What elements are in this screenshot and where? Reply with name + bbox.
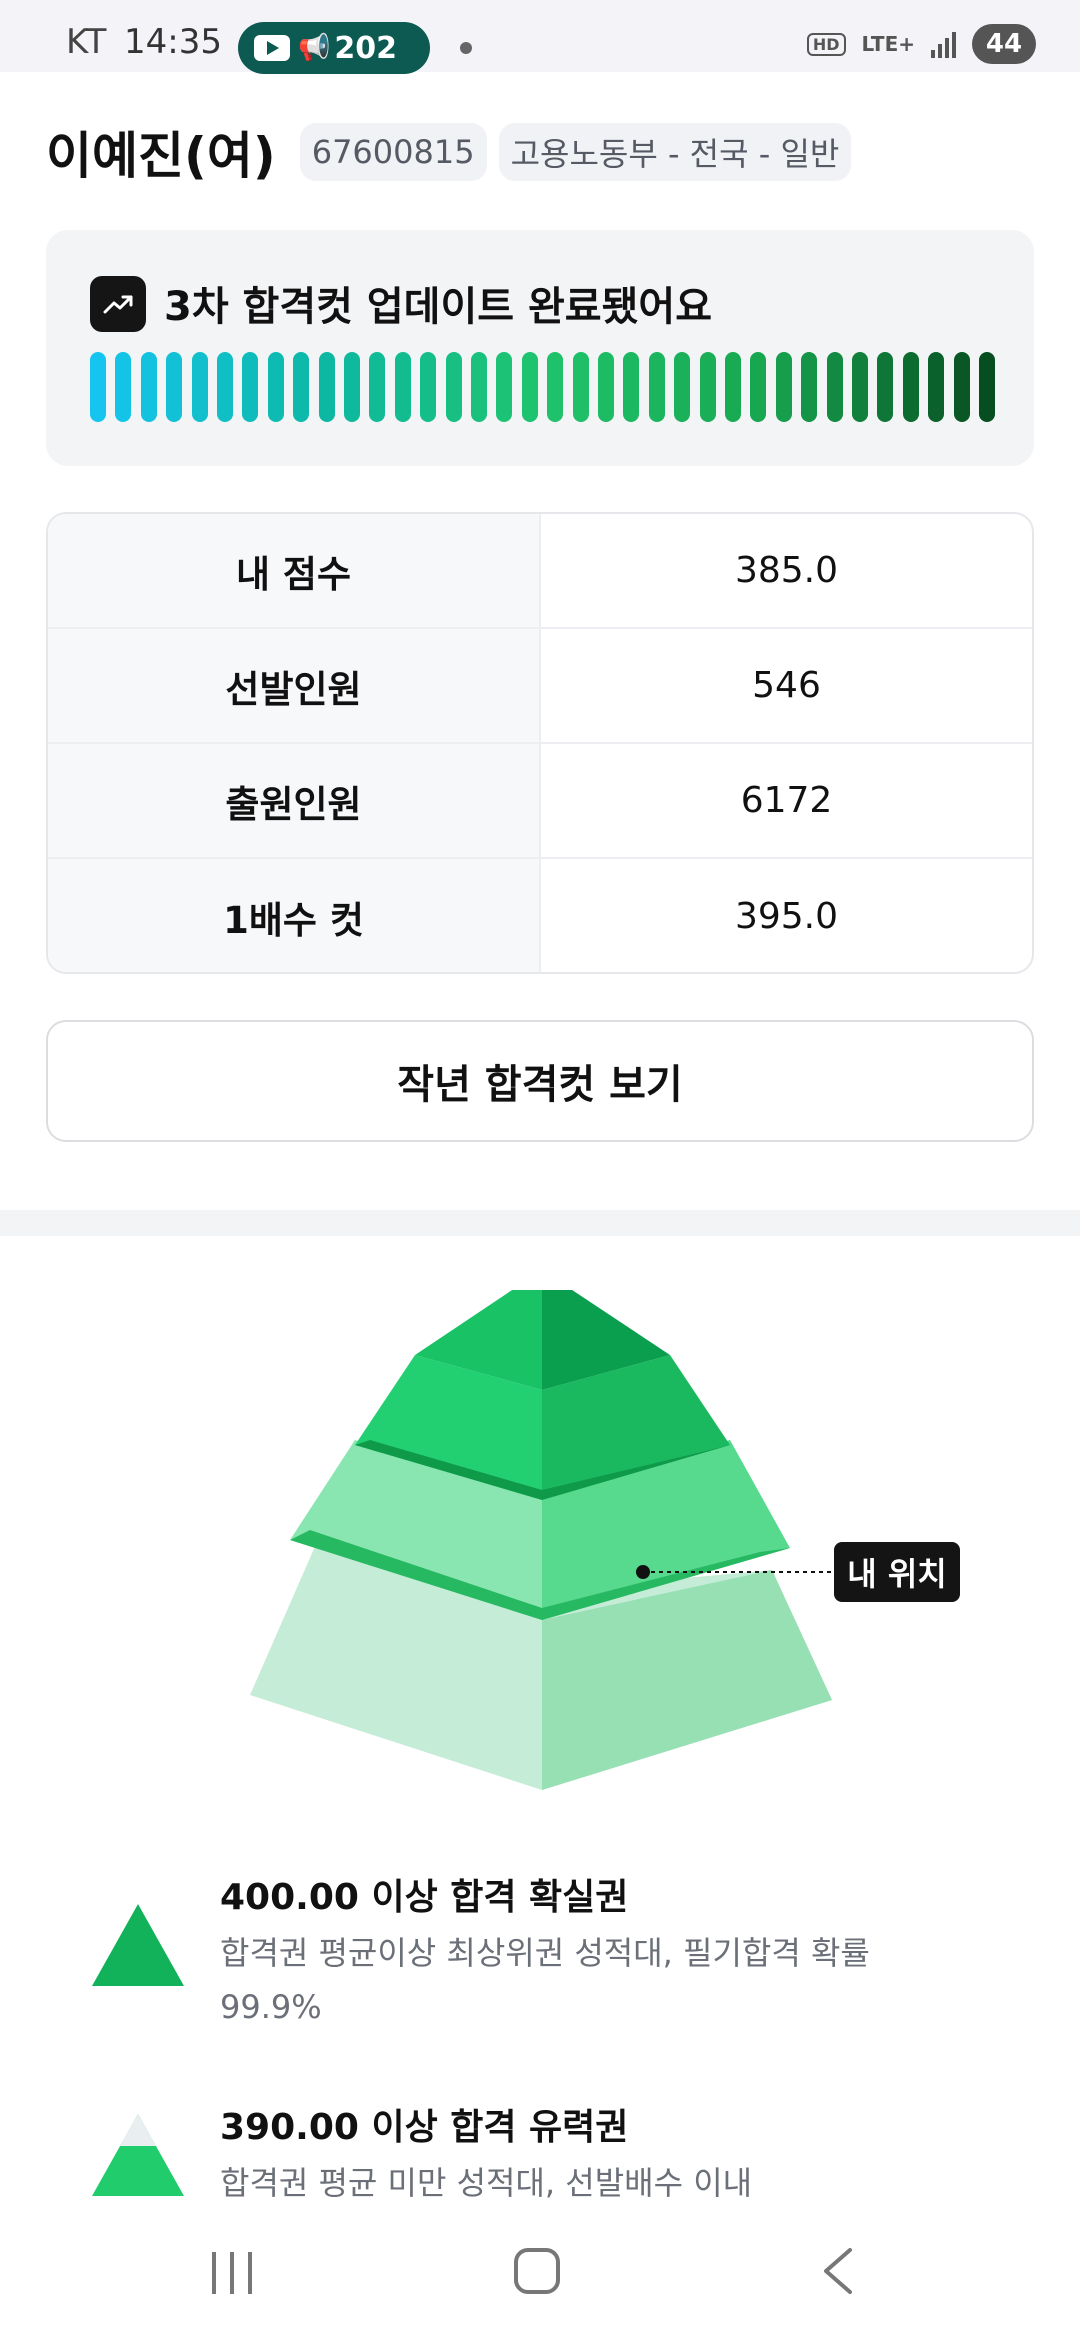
progress-bar-segment: [877, 352, 894, 422]
progress-bar-segment: [293, 352, 310, 422]
progress-bar-segment: [521, 352, 538, 422]
progress-bar-segment: [648, 352, 665, 422]
table-row: 출원인원 6172: [48, 744, 1032, 859]
section-divider: [0, 1210, 1080, 1236]
progress-bar-segment: [191, 352, 208, 422]
triangle-certain-icon: [92, 1904, 184, 1986]
megaphone-icon: 📢: [298, 33, 331, 63]
table-row: 선발인원 546: [48, 629, 1032, 744]
table-row: 1배수 컷 395.0: [48, 859, 1032, 972]
progress-bar-segment: [115, 352, 132, 422]
progress-bar-segment: [801, 352, 818, 422]
home-icon[interactable]: [514, 2248, 560, 2294]
progress-bar-segment: [242, 352, 259, 422]
update-title: 3차 합격컷 업데이트 완료됐어요: [164, 284, 713, 330]
progress-bar-segment: [445, 352, 462, 422]
selection-count-value: 546: [752, 665, 821, 706]
progress-bar-segment: [496, 352, 513, 422]
selection-count-label: 선발인원: [48, 629, 541, 742]
profile-header: 이예진(여) 67600815 고용노동부 - 전국 - 일반: [46, 120, 863, 185]
table-row: 내 점수 385.0: [48, 514, 1032, 629]
progress-bar-segment: [928, 352, 945, 422]
exam-category-chip: 고용노동부 - 전국 - 일반: [498, 123, 852, 181]
status-bar: KT 14:35 📢 202 HD LTE+ 44: [0, 0, 1080, 74]
progress-bar-segment: [217, 352, 233, 422]
update-card: 3차 합격컷 업데이트 완료됐어요: [46, 230, 1034, 466]
progress-bar-segment: [623, 352, 640, 422]
score-table: 내 점수 385.0 선발인원 546 출원인원 6172 1배수 컷 395.…: [46, 512, 1034, 974]
progress-bar-segment: [344, 352, 360, 422]
progress-bar-segment: [953, 352, 970, 422]
progress-bar-segment: [166, 352, 183, 422]
progress-bar-segment: [674, 352, 691, 422]
progress-bar-segment: [369, 352, 386, 422]
progress-bar-segment: [267, 352, 284, 422]
media-text: 202: [334, 30, 397, 66]
my-score-value: 385.0: [734, 550, 839, 591]
signal-icon: [931, 30, 956, 58]
hd-voice-icon: HD: [806, 32, 846, 56]
progress-bar-segment: [394, 352, 411, 422]
progress-bar-segment: [90, 352, 106, 422]
my-score-label: 내 점수: [48, 514, 541, 627]
youtube-icon: [254, 35, 290, 61]
progress-bar-segment: [420, 352, 437, 422]
cutoff-value: 395.0: [734, 896, 839, 937]
legend-title: 400.00 이상 합격 확실권: [220, 1877, 629, 1918]
media-notification-chip[interactable]: 📢 202: [238, 22, 430, 74]
my-position-label: 내 위치: [834, 1542, 960, 1602]
progress-bar-segment: [750, 352, 767, 422]
progress-bar-segment: [775, 352, 792, 422]
status-icons: HD LTE+ 44: [806, 24, 1036, 64]
notification-dot-icon: [460, 42, 472, 54]
progress-bar-segment: [725, 352, 741, 422]
progress-bar-segment: [471, 352, 487, 422]
progress-bar-segment: [547, 352, 564, 422]
triangle-likely-icon: [92, 2114, 184, 2196]
recent-apps-icon[interactable]: [212, 2252, 252, 2294]
last-year-cutoff-button[interactable]: 작년 합격컷 보기: [46, 1020, 1034, 1142]
progress-bar-segment: [852, 352, 868, 422]
battery-icon: 44: [972, 24, 1036, 64]
progress-bar-segment: [826, 352, 843, 422]
screen: KT 14:35 📢 202 HD LTE+ 44 이예진(여) 6760081…: [0, 0, 1080, 2340]
progress-bar-segment: [318, 352, 335, 422]
carrier-label: KT: [66, 22, 107, 62]
back-icon[interactable]: [820, 2246, 856, 2296]
progress-bar-segment: [979, 352, 995, 422]
trending-up-icon: [90, 276, 146, 332]
clock: 14:35: [124, 22, 222, 62]
progress-bar-segment: [699, 352, 716, 422]
progress-bar-segment: [572, 352, 589, 422]
progress-bar-segment: [598, 352, 614, 422]
progress-bar-segment: [140, 352, 157, 422]
legend-desc: 합격권 평균 미만 성적대, 선발배수 이내: [220, 2164, 753, 2202]
legend-title: 390.00 이상 합격 유력권: [220, 2107, 629, 2148]
cutoff-label: 1배수 컷: [48, 859, 541, 972]
candidate-id-chip: 67600815: [299, 123, 487, 181]
legend-desc: 합격권 평균이상 최상위권 성적대, 필기합격 확률 99.9%: [220, 1934, 870, 2026]
progress-bar-segment: [902, 352, 919, 422]
applicant-count-value: 6172: [740, 780, 833, 821]
candidate-name: 이예진(여): [46, 127, 276, 185]
progress-bars: [90, 352, 995, 422]
applicant-count-label: 출원인원: [48, 744, 541, 857]
network-type: LTE+: [861, 32, 916, 56]
system-nav-bar: [0, 2210, 1080, 2340]
